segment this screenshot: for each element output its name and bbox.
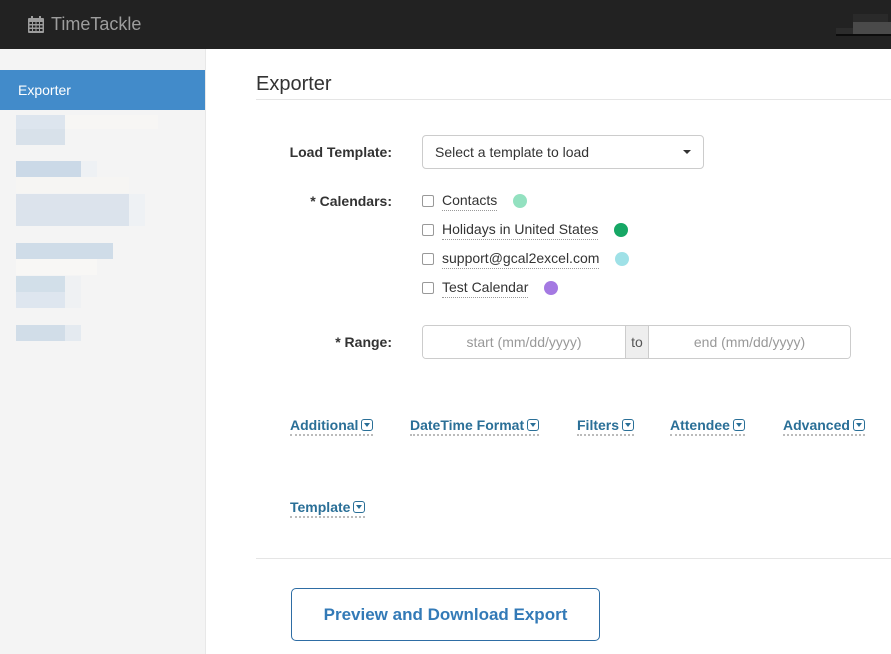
calendar-checkbox[interactable] bbox=[422, 253, 434, 265]
calendar-option[interactable]: Contacts bbox=[422, 190, 528, 212]
title-divider bbox=[256, 99, 891, 100]
section-toggle-label: DateTime Format bbox=[410, 417, 525, 433]
sidebar-item-redacted[interactable] bbox=[16, 115, 158, 147]
app-name: TimeTackle bbox=[51, 14, 142, 34]
sidebar-item-redacted[interactable] bbox=[16, 243, 129, 275]
calendar-option[interactable]: support@gcal2excel.com bbox=[422, 248, 630, 270]
section-toggle-datetime-format[interactable]: DateTime Format bbox=[410, 417, 540, 436]
sidebar-item-redacted[interactable] bbox=[16, 325, 97, 357]
calendar-option[interactable]: Test Calendar bbox=[422, 277, 559, 299]
range-end-input[interactable]: end (mm/dd/yyyy) bbox=[649, 326, 850, 358]
sidebar: Exporter bbox=[0, 49, 206, 654]
caret-square-down-icon bbox=[852, 419, 865, 431]
caret-square-down-icon bbox=[732, 419, 745, 431]
section-toggle-label: Additional bbox=[290, 417, 359, 433]
date-range-group: start (mm/dd/yyyy) to end (mm/dd/yyyy) bbox=[422, 325, 851, 359]
calendar-checkbox[interactable] bbox=[422, 282, 434, 294]
caret-square-down-icon bbox=[527, 419, 540, 431]
calendar-name[interactable]: Holidays in United States bbox=[442, 221, 599, 240]
sidebar-item-exporter[interactable]: Exporter bbox=[0, 70, 205, 110]
load-template-label: Load Template: bbox=[289, 144, 392, 160]
section-toggle-template[interactable]: Template bbox=[290, 499, 366, 518]
section-toggle-label: Attendee bbox=[670, 417, 730, 433]
range-start-input[interactable]: start (mm/dd/yyyy) bbox=[423, 326, 625, 358]
user-menu-redacted[interactable] bbox=[836, 14, 891, 36]
section-toggle-label: Filters bbox=[577, 417, 620, 433]
preview-download-export-button[interactable]: Preview and Download Export bbox=[291, 588, 600, 641]
section-toggle-filters[interactable]: Filters bbox=[577, 417, 635, 436]
calendars-label: * Calendars: bbox=[310, 193, 392, 209]
section-toggle-additional[interactable]: Additional bbox=[290, 417, 374, 436]
calendar-icon bbox=[28, 16, 44, 33]
section-toggle-label: Advanced bbox=[783, 417, 850, 433]
calendar-option[interactable]: Holidays in United States bbox=[422, 219, 629, 241]
section-divider bbox=[256, 558, 891, 559]
sidebar-item-redacted[interactable] bbox=[16, 276, 97, 308]
section-toggle-label: Template bbox=[290, 499, 351, 515]
section-toggle-advanced[interactable]: Advanced bbox=[783, 417, 865, 436]
range-label: * Range: bbox=[335, 334, 392, 350]
calendar-color-dot bbox=[513, 194, 528, 208]
calendar-checkbox[interactable] bbox=[422, 224, 434, 236]
sidebar-item-redacted[interactable] bbox=[16, 161, 129, 193]
caret-square-down-icon bbox=[361, 419, 374, 431]
range-separator: to bbox=[625, 326, 649, 358]
calendar-name[interactable]: Test Calendar bbox=[442, 279, 529, 298]
calendar-checkbox[interactable] bbox=[422, 195, 434, 207]
calendar-color-dot bbox=[615, 252, 630, 266]
calendar-name[interactable]: support@gcal2excel.com bbox=[442, 250, 600, 269]
load-template-placeholder: Select a template to load bbox=[435, 144, 590, 160]
caret-down-icon bbox=[683, 150, 691, 154]
section-toggle-attendee[interactable]: Attendee bbox=[670, 417, 745, 436]
calendar-name[interactable]: Contacts bbox=[442, 192, 498, 211]
sidebar-item-redacted[interactable] bbox=[16, 194, 146, 226]
top-navbar: TimeTackle bbox=[0, 0, 891, 49]
calendar-color-dot bbox=[544, 281, 559, 295]
page-title: Exporter bbox=[256, 73, 332, 95]
caret-square-down-icon bbox=[622, 419, 635, 431]
load-template-select[interactable]: Select a template to load bbox=[422, 135, 704, 169]
calendar-color-dot bbox=[614, 223, 629, 237]
brand-link[interactable]: TimeTackle bbox=[28, 14, 141, 35]
caret-square-down-icon bbox=[353, 501, 366, 513]
main-content: Exporter Load Template: Select a templat… bbox=[206, 49, 891, 654]
